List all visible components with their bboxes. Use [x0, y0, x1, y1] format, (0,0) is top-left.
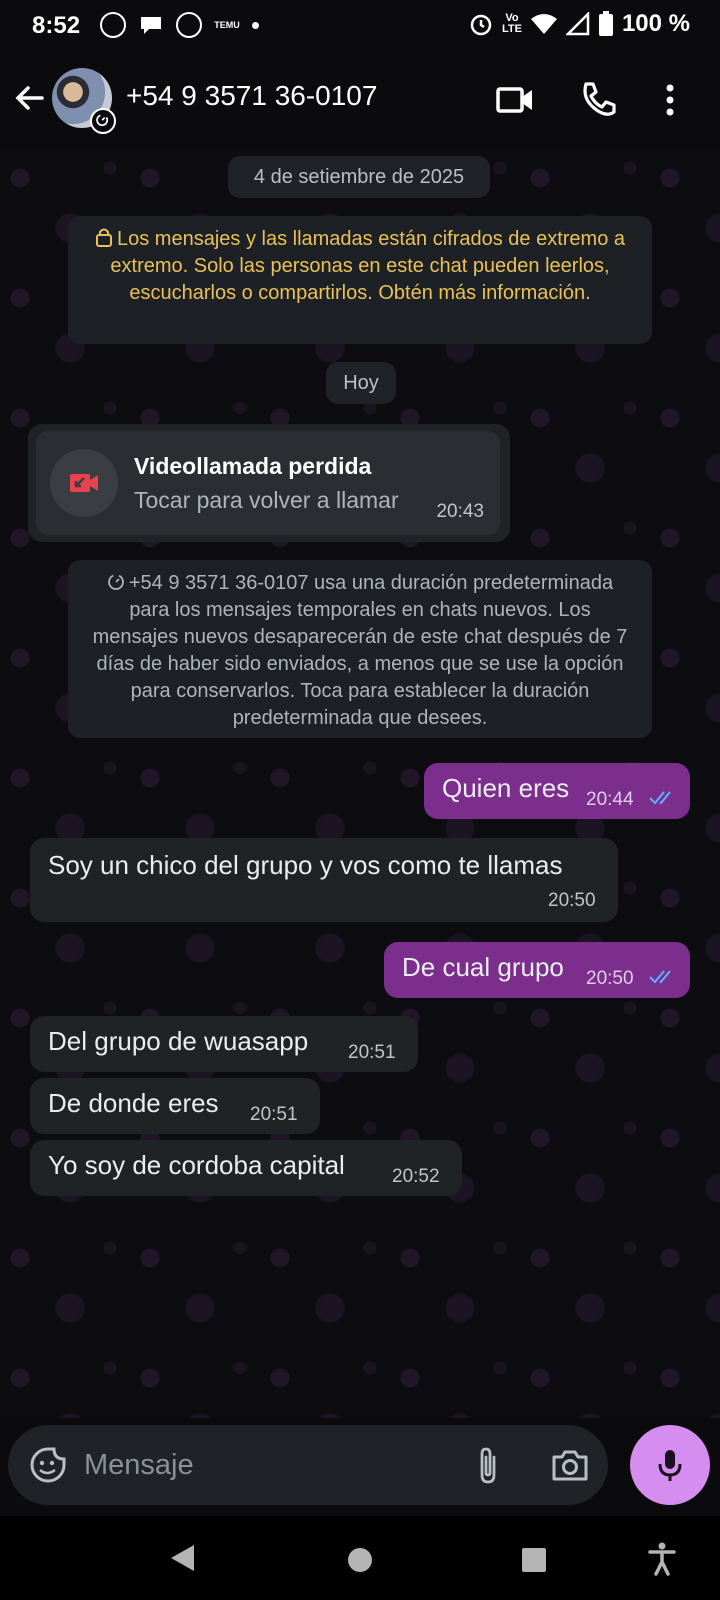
- missed-call-title: Videollamada perdida: [134, 453, 372, 479]
- more-notifications-dot: [252, 21, 259, 29]
- volte-indicator: Vo LTE: [502, 13, 522, 35]
- video-call-icon[interactable]: [494, 78, 538, 122]
- message-bubble-in[interactable]: Soy un chico del grupo y vos como te lla…: [30, 838, 618, 922]
- sticker-icon[interactable]: [28, 1445, 68, 1485]
- message-time: 20:51: [348, 1042, 396, 1063]
- message-text: De cual grupo: [402, 952, 564, 982]
- battery-icon: [598, 11, 613, 36]
- message-text: Del grupo de wuasapp: [48, 1026, 309, 1056]
- status-bar: 8:52 TEMU Vo LTE 100 %: [0, 0, 720, 52]
- system-nav-bar: [0, 1516, 720, 1600]
- message-text: De donde eres: [48, 1088, 219, 1118]
- chat-header: +54 9 3571 36-0107: [0, 52, 720, 148]
- message-bubble-out[interactable]: De cual grupo 20:50: [384, 942, 690, 998]
- message-text: Yo soy de cordoba capital: [48, 1150, 345, 1180]
- more-vert-icon[interactable]: [648, 78, 692, 122]
- phone-icon[interactable]: [576, 78, 620, 122]
- notification-icons: TEMU: [100, 12, 259, 38]
- accessibility-icon[interactable]: [648, 1542, 676, 1576]
- whatsapp-notification-icon-2: [176, 12, 202, 38]
- wifi-icon: [530, 14, 557, 34]
- message-bubble-in[interactable]: Yo soy de cordoba capital 20:52: [30, 1140, 462, 1196]
- message-time: 20:51: [250, 1104, 298, 1125]
- chat-area[interactable]: 4 de setiembre de 2025 Los mensajes y la…: [0, 148, 720, 1418]
- today-pill: Hoy: [326, 362, 396, 404]
- nav-recents-icon[interactable]: [520, 1546, 548, 1574]
- timer-icon: [107, 574, 124, 590]
- mic-icon: [658, 1450, 682, 1481]
- attach-icon[interactable]: [474, 1445, 504, 1485]
- signal-icon: [565, 12, 590, 36]
- message-composer[interactable]: Mensaje: [8, 1425, 608, 1505]
- temu-notification-icon: TEMU: [214, 20, 240, 30]
- lock-icon: [95, 228, 112, 247]
- disappearing-notice[interactable]: +54 9 3571 36-0107 usa una duración pred…: [68, 560, 652, 738]
- message-time: 20:44: [586, 789, 634, 810]
- contact-name[interactable]: +54 9 3571 36-0107: [126, 80, 377, 112]
- chat-notification-icon: [141, 17, 161, 34]
- missed-call-card[interactable]: Videollamada perdida Tocar para volver a…: [36, 431, 500, 535]
- message-text: Soy un chico del grupo y vos como te lla…: [48, 850, 563, 880]
- missed-video-icon-bg: [50, 449, 118, 517]
- message-bubble-out[interactable]: Quien eres 20:44: [424, 763, 690, 819]
- message-bubble-in[interactable]: Del grupo de wuasapp 20:51: [30, 1016, 418, 1072]
- encryption-notice-text: Los mensajes y las llamadas están cifrad…: [110, 228, 626, 304]
- date-pill: 4 de setiembre de 2025: [228, 156, 490, 198]
- missed-call-time: 20:43: [436, 501, 484, 522]
- volte-bottom: LTE: [501, 23, 522, 35]
- nav-back-icon[interactable]: [168, 1542, 198, 1574]
- message-time: 20:50: [548, 890, 596, 911]
- status-time: 8:52: [32, 12, 81, 39]
- alarm-icon: [470, 14, 492, 36]
- message-text: Quien eres: [442, 773, 570, 803]
- battery-percent: 100 %: [621, 10, 690, 37]
- message-bubble-in[interactable]: De donde eres 20:51: [30, 1078, 320, 1134]
- message-time: 20:50: [586, 968, 634, 989]
- nav-home-icon[interactable]: [346, 1546, 374, 1574]
- message-input[interactable]: Mensaje: [84, 1449, 194, 1482]
- double-check-icon: [649, 791, 671, 805]
- message-time: 20:52: [392, 1166, 440, 1187]
- missed-call-subtitle: Tocar para volver a llamar: [134, 487, 399, 513]
- status-right: Vo LTE 100 %: [468, 10, 690, 38]
- disappearing-notice-text: +54 9 3571 36-0107 usa una duración pred…: [92, 572, 628, 729]
- voice-record-button[interactable]: [630, 1425, 710, 1505]
- back-arrow-icon[interactable]: [12, 76, 52, 120]
- camera-icon[interactable]: [550, 1447, 590, 1483]
- encryption-notice[interactable]: Los mensajes y las llamadas están cifrad…: [68, 216, 652, 344]
- timer-badge-icon: [90, 108, 116, 134]
- missed-video-icon: [70, 474, 98, 492]
- double-check-icon: [649, 970, 671, 984]
- whatsapp-notification-icon: [100, 12, 126, 38]
